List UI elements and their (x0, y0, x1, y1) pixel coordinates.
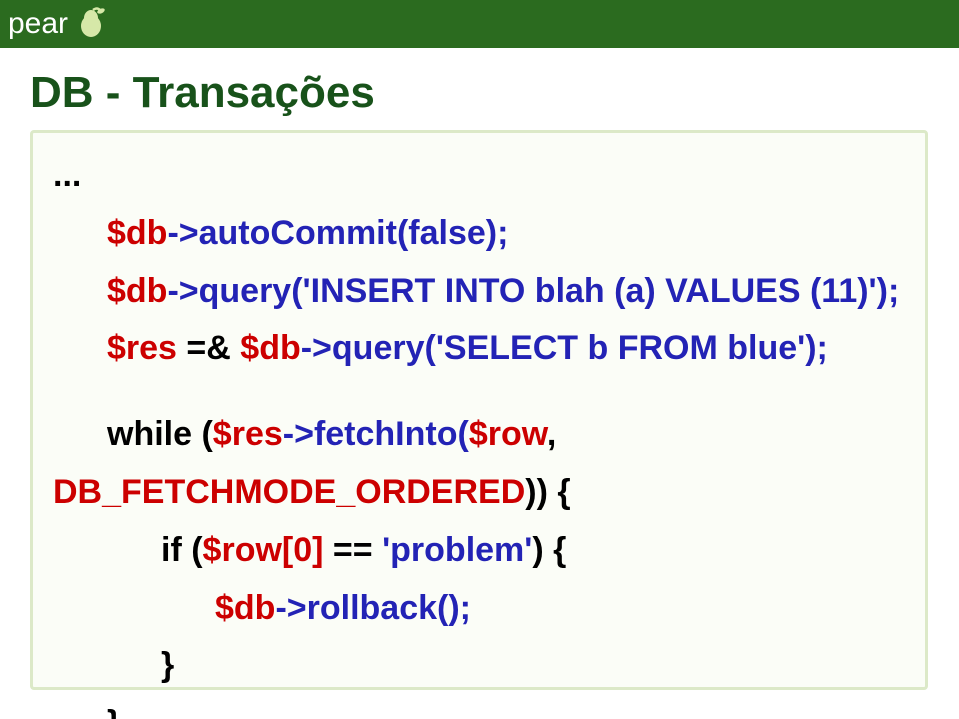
code-line: $db->rollback(); (53, 580, 905, 638)
tail: )) { (525, 473, 570, 511)
code-line: $db->autoCommit(false); (53, 205, 905, 263)
var-db: $db (215, 589, 275, 627)
code-line: $db->query('INSERT INTO blah (a) VALUES … (53, 263, 905, 321)
ellipsis: ... (53, 156, 81, 194)
code-line: DB_FETCHMODE_ORDERED)) { (53, 464, 905, 522)
var-res: $res (213, 415, 283, 453)
var-row: $row (469, 415, 547, 453)
code-line: ... (53, 147, 905, 205)
var-db: $db (240, 329, 300, 367)
code-line: } (53, 695, 905, 719)
method: ->query('SELECT b FROM blue'); (301, 329, 828, 367)
method: ->query('INSERT INTO blah (a) VALUES (11… (167, 272, 899, 310)
brace: } (161, 646, 174, 684)
code-line: $res =& $db->query('SELECT b FROM blue')… (53, 320, 905, 378)
code-line: if ($row[0] == 'problem') { (53, 522, 905, 580)
var-row: $row[0] (203, 531, 324, 569)
method: ->rollback(); (275, 589, 471, 627)
const: DB_FETCHMODE_ORDERED (53, 473, 525, 511)
code-line: while ($res->fetchInto($row, (53, 406, 905, 464)
slide: pear DB - Transações ... $db->autoCommit… (0, 0, 959, 719)
pear-logo: pear (8, 4, 109, 42)
eq: == (323, 531, 382, 569)
kw-while: while ( (107, 415, 213, 453)
method: ->fetchInto( (283, 415, 469, 453)
eq: =& (177, 329, 240, 367)
brace: } (107, 704, 120, 719)
var-db: $db (107, 214, 167, 252)
content-frame: ... $db->autoCommit(false); $db->query('… (30, 130, 928, 690)
close: , (547, 415, 556, 453)
kw-if: if ( (161, 531, 203, 569)
close: ) { (532, 531, 566, 569)
code-block: ... $db->autoCommit(false); $db->query('… (53, 147, 905, 719)
logo-text: pear (8, 7, 68, 41)
pear-icon (75, 4, 109, 43)
slide-title: DB - Transações (30, 68, 375, 118)
var-db: $db (107, 272, 167, 310)
string: 'problem' (382, 531, 532, 569)
var-res: $res (107, 329, 177, 367)
code-line: } (53, 637, 905, 695)
header-bar: pear (0, 0, 959, 48)
method: ->autoCommit(false); (167, 214, 508, 252)
